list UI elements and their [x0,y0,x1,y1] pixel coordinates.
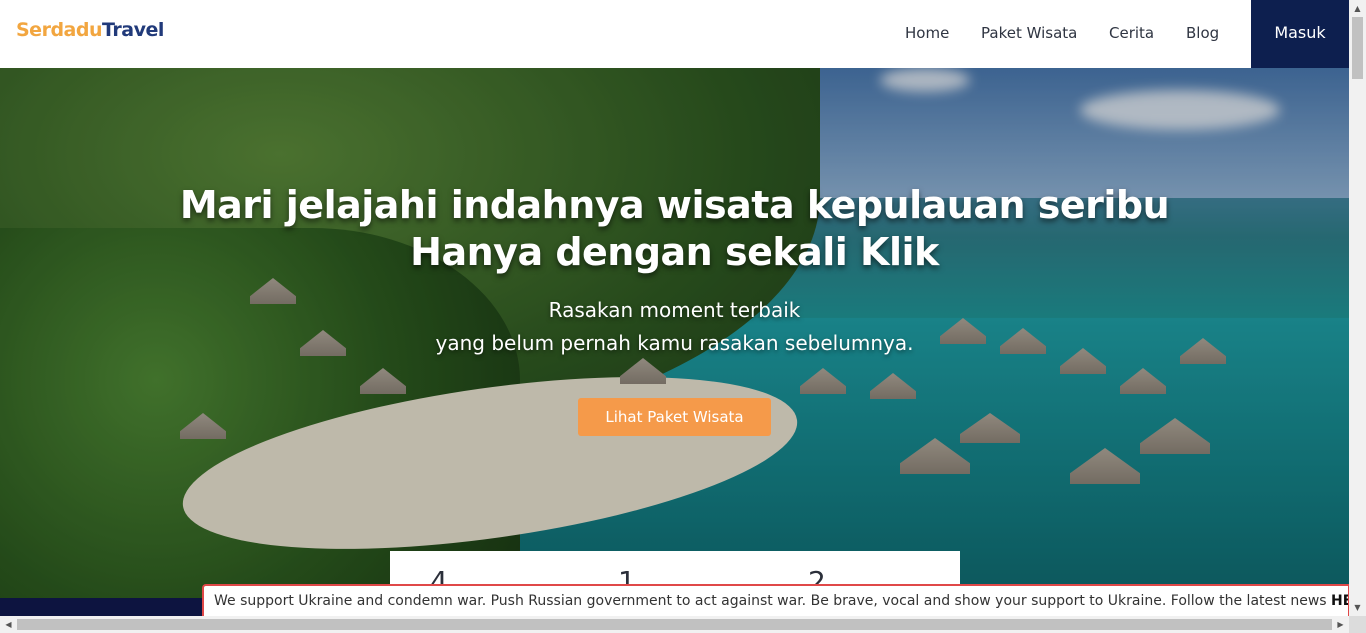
horizontal-scroll-thumb[interactable] [17,619,1332,630]
triangle-up-icon[interactable]: ▲ [1349,0,1366,17]
hero-subtitle-line2: yang belum pernah kamu rasakan sebelumny… [435,331,914,355]
triangle-right-icon[interactable]: ▶ [1332,616,1349,633]
hero-title-line1: Mari jelajahi indahnya wisata kepulauan … [179,183,1170,227]
nav-cerita[interactable]: Cerita [1109,24,1154,42]
vertical-scrollbar[interactable]: ▲ ▼ [1349,0,1366,616]
triangle-down-icon[interactable]: ▼ [1349,599,1366,616]
view-packages-button[interactable]: Lihat Paket Wisata [578,398,771,436]
hero-subtitle: Rasakan moment terbaik yang belum pernah… [0,294,1349,360]
ukraine-support-banner: We support Ukraine and condemn war. Push… [202,584,1350,618]
horizontal-scrollbar[interactable]: ◀ ▶ [0,616,1349,633]
logo[interactable]: SerdaduTravel [16,19,164,41]
site-header: SerdaduTravel Home Paket Wisata Cerita B… [0,0,1349,68]
hero-title: Mari jelajahi indahnya wisata kepulauan … [0,182,1349,276]
nav-paket-wisata[interactable]: Paket Wisata [981,24,1077,42]
logo-part-serdadu: Serdadu [16,19,103,41]
hero-section: Mari jelajahi indahnya wisata kepulauan … [0,68,1349,598]
vertical-scroll-thumb[interactable] [1352,17,1363,79]
logo-part-travel: Travel [102,19,164,41]
banner-link[interactable]: HERE [1331,593,1348,609]
hero-subtitle-line1: Rasakan moment terbaik [548,298,801,322]
scrollbar-corner [1349,616,1366,633]
nav-home[interactable]: Home [905,24,949,42]
triangle-left-icon[interactable]: ◀ [0,616,17,633]
nav-blog[interactable]: Blog [1186,24,1219,42]
login-button[interactable]: Masuk [1251,0,1349,68]
hero-title-line2: Hanya dengan sekali Klik [410,230,939,274]
banner-text: We support Ukraine and condemn war. Push… [214,593,1327,609]
